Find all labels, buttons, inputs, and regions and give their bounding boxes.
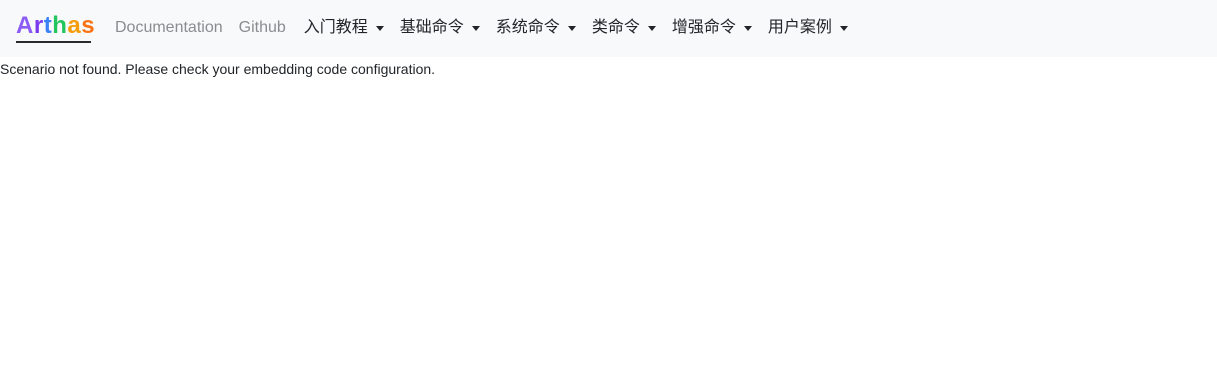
nav-dropdown-label: 入门教程 (303, 19, 368, 36)
main-nav: Documentation Github 入门教程 基础命令 系统命令 类命令 … (107, 17, 856, 39)
nav-dropdown-label: 类命令 (591, 19, 640, 36)
logo-letter: a (67, 12, 82, 39)
nav-link-documentation[interactable]: Documentation (107, 17, 231, 39)
nav-link-github[interactable]: Github (231, 17, 294, 39)
nav-dropdown-class-commands[interactable]: 类命令 (584, 17, 664, 39)
nav-dropdown-getting-started[interactable]: 入门教程 (296, 17, 392, 39)
nav-dropdown-label: 用户案例 (767, 19, 832, 36)
logo-wordmark: A r t h a s (16, 13, 95, 39)
logo-underline (16, 41, 91, 43)
logo-letter: t (43, 12, 53, 39)
nav-dropdown-label: 系统命令 (495, 19, 560, 36)
caret-down-icon (375, 26, 384, 31)
nav-dropdown-label: 增强命令 (671, 19, 736, 36)
nav-dropdown-user-cases[interactable]: 用户案例 (760, 17, 856, 39)
nav-dropdown-enhance-commands[interactable]: 增强命令 (664, 17, 760, 39)
caret-down-icon (471, 26, 480, 31)
top-navbar: A r t h a s Documentation Github 入门教程 基础… (0, 0, 1217, 57)
logo-letter: A (16, 12, 34, 39)
logo-letter: s (81, 12, 96, 39)
caret-down-icon (647, 26, 656, 31)
arthas-logo[interactable]: A r t h a s (16, 13, 95, 44)
logo-letter: h (52, 12, 68, 39)
error-message: Scenario not found. Please check your em… (0, 61, 436, 77)
caret-down-icon (567, 26, 576, 31)
caret-down-icon (839, 26, 848, 31)
nav-dropdown-system-commands[interactable]: 系统命令 (488, 17, 584, 39)
nav-dropdown-label: 基础命令 (399, 19, 464, 36)
logo-letter: r (33, 12, 44, 39)
caret-down-icon (743, 26, 752, 31)
nav-dropdown-basic-commands[interactable]: 基础命令 (392, 17, 488, 39)
